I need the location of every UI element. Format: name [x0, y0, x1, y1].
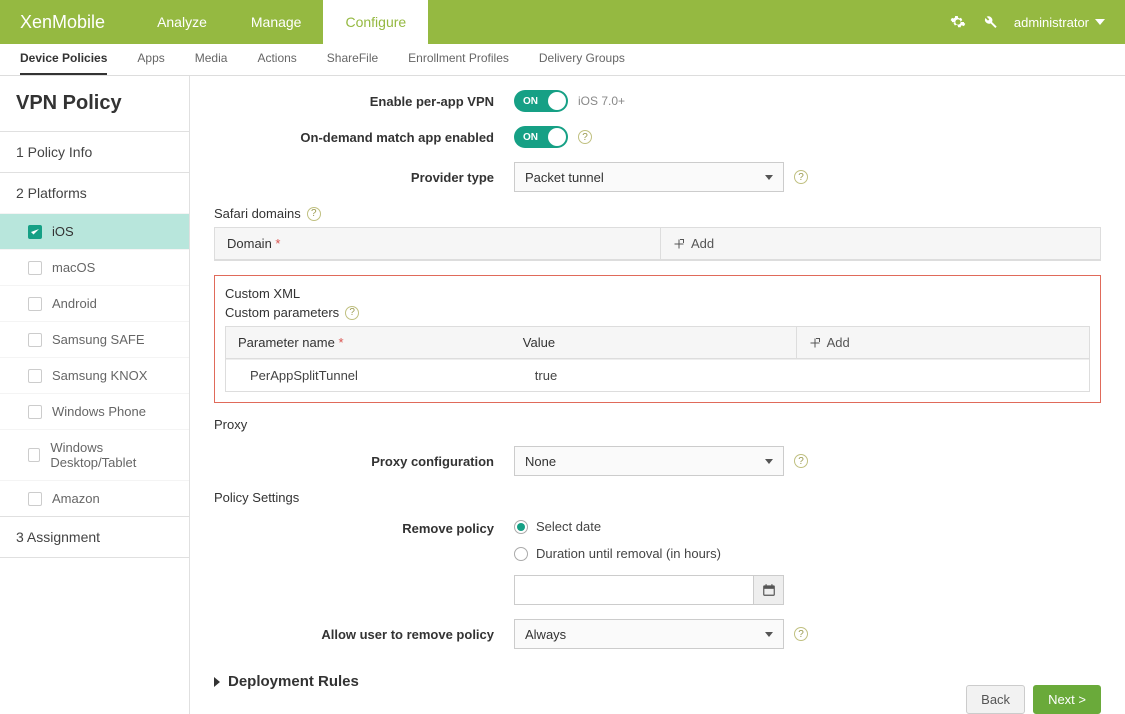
chevron-down-icon	[765, 459, 773, 464]
safari-domains-label: Safari domains	[214, 206, 301, 221]
allow-remove-label: Allow user to remove policy	[214, 627, 514, 642]
back-button[interactable]: Back	[966, 685, 1025, 714]
checkbox-icon	[28, 261, 42, 275]
caret-right-icon	[214, 677, 220, 687]
enable-per-app-vpn-toggle[interactable]: ON	[514, 90, 568, 112]
custom-xml-label: Custom XML	[225, 286, 1090, 301]
radio-icon	[514, 547, 528, 561]
on-demand-match-label: On-demand match app enabled	[214, 130, 514, 145]
radio-select-date[interactable]: Select date	[514, 519, 721, 534]
help-icon[interactable]: ?	[794, 454, 808, 468]
ios-version-hint: iOS 7.0+	[578, 94, 625, 108]
checkbox-icon	[28, 333, 42, 347]
platform-samsung-knox[interactable]: Samsung KNOX	[0, 357, 189, 393]
help-icon[interactable]: ?	[345, 306, 359, 320]
remove-date-input[interactable]	[514, 575, 754, 605]
subnav-media[interactable]: Media	[195, 51, 228, 75]
subnav-delivery-groups[interactable]: Delivery Groups	[539, 51, 625, 75]
platform-ios[interactable]: iOS	[0, 213, 189, 249]
subnav-actions[interactable]: Actions	[257, 51, 296, 75]
enable-per-app-vpn-label: Enable per-app VPN	[214, 94, 514, 109]
subnav-enrollment-profiles[interactable]: Enrollment Profiles	[408, 51, 509, 75]
checkbox-icon	[28, 297, 42, 311]
topnav-analyze[interactable]: Analyze	[135, 0, 229, 44]
table-row[interactable]: PerAppSplitTunnel true	[226, 359, 1089, 391]
platform-windows-desktop[interactable]: Windows Desktop/Tablet	[0, 429, 189, 480]
chevron-down-icon	[765, 175, 773, 180]
provider-type-label: Provider type	[214, 170, 514, 185]
radio-icon	[514, 520, 528, 534]
checkbox-icon	[28, 369, 42, 383]
col-param-name: Parameter name *	[226, 327, 511, 358]
platform-amazon[interactable]: Amazon	[0, 480, 189, 516]
cell-param-value: true	[511, 360, 796, 391]
step-platforms[interactable]: 2 Platforms	[0, 173, 189, 213]
checkbox-icon	[28, 225, 42, 239]
wrench-icon[interactable]	[982, 14, 998, 30]
subnav-device-policies[interactable]: Device Policies	[20, 51, 107, 75]
col-domain: Domain *	[215, 228, 660, 259]
policy-settings-section: Policy Settings	[214, 490, 1101, 505]
help-icon[interactable]: ?	[794, 627, 808, 641]
checkbox-icon	[28, 492, 42, 506]
platform-samsung-safe[interactable]: Samsung SAFE	[0, 321, 189, 357]
help-icon[interactable]: ?	[794, 170, 808, 184]
checkbox-icon	[28, 448, 40, 462]
calendar-icon[interactable]	[754, 575, 784, 605]
proxy-config-dropdown[interactable]: None	[514, 446, 784, 476]
proxy-section: Proxy	[214, 417, 1101, 432]
allow-remove-dropdown[interactable]: Always	[514, 619, 784, 649]
provider-type-dropdown[interactable]: Packet tunnel	[514, 162, 784, 192]
on-demand-match-toggle[interactable]: ON	[514, 126, 568, 148]
col-value: Value	[511, 327, 796, 358]
brand-logo: XenMobile	[20, 12, 105, 33]
platform-windows-phone[interactable]: Windows Phone	[0, 393, 189, 429]
cell-param-name: PerAppSplitTunnel	[226, 360, 511, 391]
safari-add-button[interactable]: Add	[660, 228, 1100, 259]
remove-policy-label: Remove policy	[214, 519, 514, 536]
custom-parameters-label: Custom parameters	[225, 305, 339, 320]
page-title: VPN Policy	[0, 76, 189, 132]
chevron-down-icon	[765, 632, 773, 637]
subnav-sharefile[interactable]: ShareFile	[327, 51, 378, 75]
platform-macos[interactable]: macOS	[0, 249, 189, 285]
radio-duration[interactable]: Duration until removal (in hours)	[514, 546, 721, 561]
subnav-apps[interactable]: Apps	[137, 51, 164, 75]
topnav-manage[interactable]: Manage	[229, 0, 324, 44]
step-assignment[interactable]: 3 Assignment	[0, 517, 189, 557]
admin-menu[interactable]: administrator	[1014, 15, 1105, 30]
gear-icon[interactable]	[950, 14, 966, 30]
admin-label: administrator	[1014, 15, 1089, 30]
topnav-configure[interactable]: Configure	[323, 0, 428, 44]
help-icon[interactable]: ?	[578, 130, 592, 144]
next-button[interactable]: Next >	[1033, 685, 1101, 714]
step-policy-info[interactable]: 1 Policy Info	[0, 132, 189, 172]
custom-add-button[interactable]: Add	[796, 327, 1089, 358]
chevron-down-icon	[1095, 19, 1105, 25]
proxy-config-label: Proxy configuration	[214, 454, 514, 469]
platform-android[interactable]: Android	[0, 285, 189, 321]
checkbox-icon	[28, 405, 42, 419]
help-icon[interactable]: ?	[307, 207, 321, 221]
